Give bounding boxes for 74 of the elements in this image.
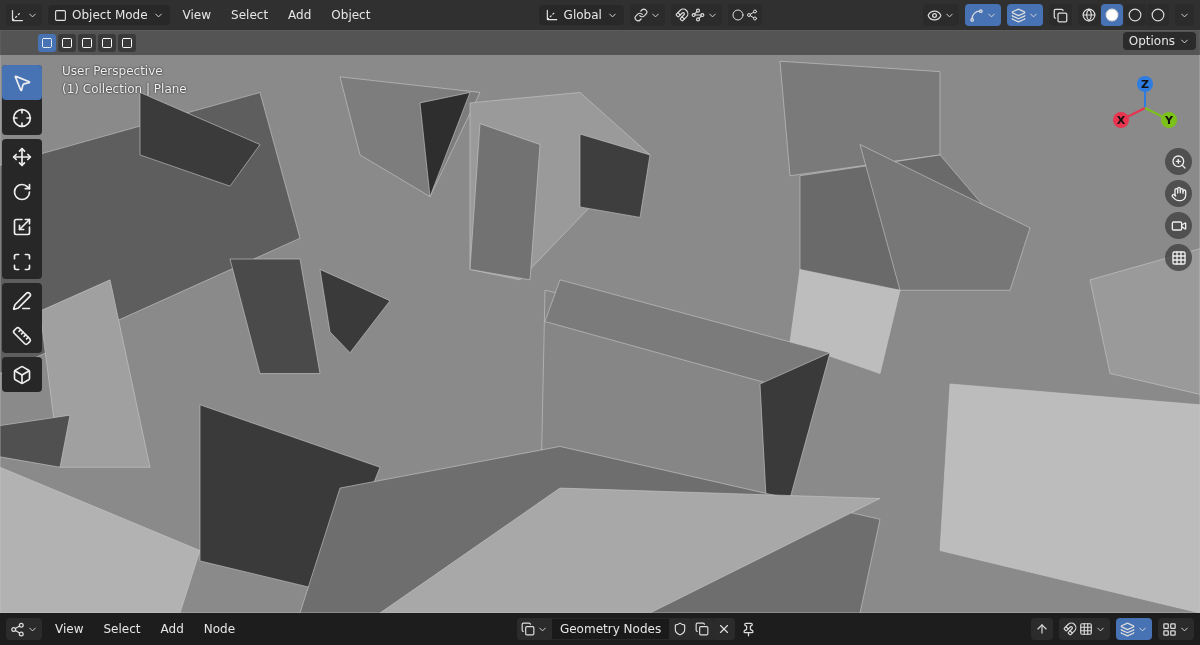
- options-dropdown[interactable]: Options: [1122, 32, 1196, 50]
- arrow-up-icon: [1035, 622, 1049, 636]
- editor-type-button[interactable]: [6, 4, 42, 26]
- axes-icon: [544, 8, 559, 22]
- proportional-edit-button[interactable]: [727, 4, 762, 26]
- menu-item[interactable]: View: [175, 5, 219, 25]
- gizmo-toggle[interactable]: [965, 4, 1001, 26]
- axes-icon: [10, 7, 25, 23]
- overlay-toggle[interactable]: [1007, 4, 1043, 26]
- axis-button[interactable]: Z: [1137, 76, 1153, 92]
- select-tool[interactable]: [2, 65, 42, 100]
- magnet-icon: [1063, 622, 1077, 636]
- circle-icon: [731, 9, 744, 21]
- mode-dropdown[interactable]: Object Mode: [48, 5, 170, 25]
- circle-icon: [1128, 8, 1142, 22]
- square-icon: [54, 8, 67, 22]
- menu-item[interactable]: Object: [324, 5, 378, 25]
- material-shading-button[interactable]: [1124, 4, 1146, 26]
- square-icon: [81, 36, 93, 49]
- node-tree-name-field[interactable]: Geometry Nodes: [551, 619, 670, 639]
- pin-icon[interactable]: [741, 621, 757, 637]
- cube-icon: [12, 364, 32, 385]
- link-icon: [633, 8, 648, 22]
- rendered-shading-button[interactable]: [1147, 4, 1169, 26]
- square-icon: [121, 36, 133, 49]
- crosshair-icon: [12, 107, 32, 128]
- axis-button[interactable]: Y: [1161, 112, 1177, 128]
- wireframe-shading-button[interactable]: [1078, 4, 1100, 26]
- eye-icon: [927, 7, 942, 23]
- circle-icon: [1151, 8, 1165, 22]
- square-icon: [41, 36, 53, 49]
- snap-button[interactable]: [1059, 618, 1110, 640]
- menu-item[interactable]: Select: [96, 619, 148, 639]
- overlay-icon: [1011, 7, 1026, 23]
- context-info: (1) Collection | Plane: [62, 82, 187, 96]
- snap-button[interactable]: [670, 4, 722, 26]
- scale-icon: [12, 216, 32, 237]
- xray-toggle[interactable]: [1049, 4, 1072, 26]
- globe-icon: [1082, 8, 1096, 22]
- solid-shading-button[interactable]: [1101, 4, 1123, 26]
- rotate-icon: [12, 181, 32, 202]
- square-icon: [101, 36, 113, 49]
- hand-icon: [1170, 185, 1187, 202]
- move-arrows-icon: [12, 146, 32, 167]
- overlay-icon: [1120, 621, 1135, 637]
- square-icon: [61, 36, 73, 49]
- editor-type-button[interactable]: [6, 618, 42, 640]
- grid-icon: [1079, 622, 1093, 636]
- pivot-button[interactable]: [629, 4, 665, 26]
- menu-item[interactable]: Node: [196, 619, 243, 639]
- view-name: User Perspective: [62, 64, 164, 78]
- menu-item[interactable]: View: [48, 619, 91, 639]
- shield-icon: [673, 622, 688, 636]
- parent-node-tree-button[interactable]: [1031, 618, 1053, 640]
- overlay-toggle[interactable]: [1116, 618, 1152, 640]
- solid-circle-icon: [1105, 8, 1119, 22]
- axis-button[interactable]: X: [1113, 112, 1129, 128]
- nodes-icon: [10, 621, 25, 637]
- menu-item[interactable]: Add: [153, 619, 191, 639]
- menu-item[interactable]: Select: [224, 5, 276, 25]
- grid-icon: [1170, 249, 1187, 266]
- visibility-dropdown[interactable]: [923, 4, 959, 26]
- shading-options-button[interactable]: [1175, 4, 1194, 26]
- menu-item[interactable]: Add: [281, 5, 319, 25]
- copy-icon: [695, 622, 710, 636]
- magnet-icon: [674, 8, 689, 22]
- orientation-dropdown[interactable]: Global: [538, 5, 624, 25]
- xray-icon: [1053, 7, 1068, 23]
- ruler-icon: [12, 325, 32, 346]
- layout-icon: [1162, 621, 1177, 637]
- transform-icon: [12, 251, 32, 272]
- pencil-icon: [12, 290, 32, 311]
- layout-button[interactable]: [1158, 618, 1194, 640]
- zoom-icon: [1170, 153, 1187, 170]
